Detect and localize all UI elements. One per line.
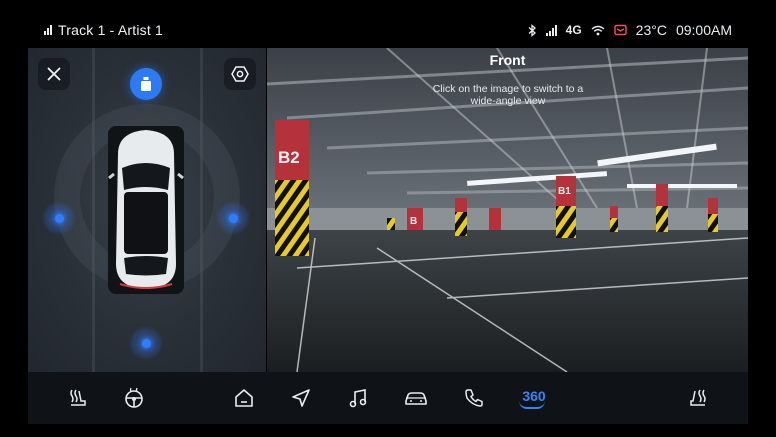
steering-heat-button[interactable] bbox=[120, 384, 148, 412]
music-icon bbox=[349, 389, 367, 408]
svg-text:B1: B1 bbox=[558, 186, 571, 197]
front-camera-button[interactable] bbox=[130, 68, 162, 100]
track-title: Track 1 - Artist 1 bbox=[58, 22, 163, 38]
clock: 09:00AM bbox=[675, 22, 732, 38]
steering-heat-icon bbox=[125, 387, 143, 408]
wifi-icon bbox=[591, 25, 605, 35]
seat-heat-right-icon bbox=[690, 389, 706, 406]
music-button[interactable] bbox=[344, 384, 372, 412]
hexagon-settings-icon bbox=[231, 66, 249, 82]
360-view-button[interactable]: 360 bbox=[517, 384, 551, 412]
seat-heat-right-button[interactable] bbox=[686, 384, 714, 412]
navigation-icon bbox=[292, 389, 310, 407]
bluetooth-icon bbox=[528, 23, 536, 37]
signal-icon bbox=[545, 24, 557, 36]
home-icon bbox=[235, 389, 253, 407]
status-bar: Track 1 - Artist 1 4G 23°C 09:00AM bbox=[0, 0, 776, 48]
message-icon bbox=[613, 24, 627, 36]
navigation-button[interactable] bbox=[287, 384, 315, 412]
camera-title: Front bbox=[489, 52, 526, 68]
rotate-arc-icon bbox=[519, 401, 545, 409]
seat-heat-left-icon bbox=[70, 389, 86, 406]
temperature: 23°C bbox=[635, 22, 667, 38]
wide-angle-hint: Click on the image to switch to a wide-a… bbox=[432, 83, 584, 107]
vehicle-top-view bbox=[108, 126, 184, 294]
svg-text:B2: B2 bbox=[278, 148, 300, 167]
seat-heat-left-button[interactable] bbox=[62, 384, 90, 412]
left-camera-button[interactable] bbox=[42, 201, 76, 235]
system-status: 4G 23°C 09:00AM bbox=[528, 22, 732, 38]
bottom-dock: 360 bbox=[28, 372, 748, 424]
audio-bars-icon bbox=[44, 25, 52, 35]
vehicle-button[interactable] bbox=[402, 384, 430, 412]
right-camera-button[interactable] bbox=[216, 201, 250, 235]
camera-feed[interactable]: B2 B1 B Front Click on the image to swit… bbox=[267, 48, 748, 372]
rear-camera-button[interactable] bbox=[129, 326, 163, 360]
media-status[interactable]: Track 1 - Artist 1 bbox=[44, 22, 163, 38]
phone-button[interactable] bbox=[460, 384, 488, 412]
close-icon bbox=[47, 67, 61, 81]
vehicle-overview-panel bbox=[28, 48, 266, 372]
camera-icon bbox=[141, 77, 151, 91]
settings-button[interactable] bbox=[224, 58, 256, 90]
svg-text:B: B bbox=[410, 216, 417, 227]
car-icon bbox=[405, 392, 427, 405]
home-button[interactable] bbox=[230, 384, 258, 412]
network-type: 4G bbox=[565, 23, 582, 37]
close-button[interactable] bbox=[38, 58, 70, 90]
phone-icon bbox=[465, 389, 483, 407]
